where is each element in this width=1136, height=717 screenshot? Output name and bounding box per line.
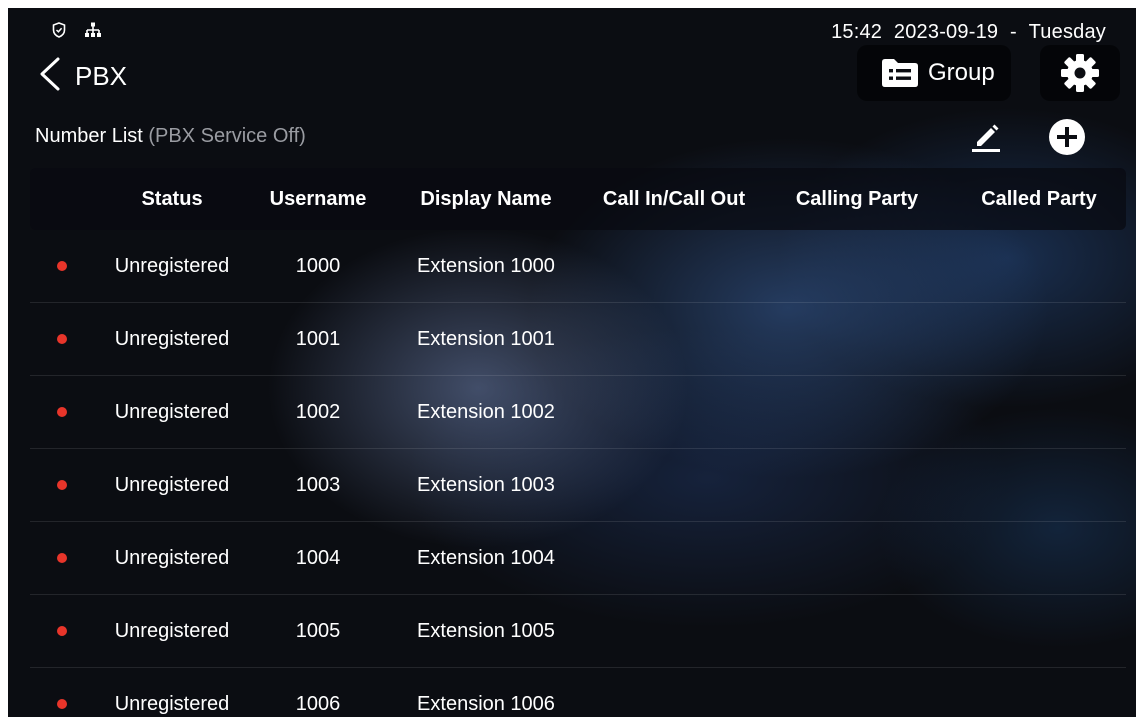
status-dot-cell bbox=[30, 303, 94, 375]
table-row[interactable]: Unregistered 1001 Extension 1001 bbox=[30, 303, 1126, 376]
cell-called-party bbox=[952, 303, 1126, 375]
header-calling-party: Calling Party bbox=[795, 187, 919, 210]
cell-call-direction bbox=[586, 668, 762, 717]
header-call-direction: Call In/Call Out bbox=[602, 187, 746, 210]
pencil-icon bbox=[972, 124, 1000, 152]
cell-username: 1002 bbox=[295, 400, 341, 423]
cell-status: Unregistered bbox=[114, 327, 230, 350]
status-dot-cell bbox=[30, 376, 94, 448]
table-row[interactable]: Unregistered 1005 Extension 1005 bbox=[30, 595, 1126, 668]
cell-username: 1000 bbox=[295, 254, 341, 277]
cell-display-name: Extension 1000 bbox=[417, 254, 555, 277]
status-dot-icon bbox=[57, 261, 67, 271]
header-spacer bbox=[30, 168, 94, 230]
table-row[interactable]: Unregistered 1003 Extension 1003 bbox=[30, 449, 1126, 522]
status-clock: 15:42 2023-09-19 - Tuesday bbox=[831, 21, 1106, 44]
status-dot-icon bbox=[57, 553, 67, 563]
number-list-table: Status Username Display Name Call In/Cal… bbox=[30, 168, 1126, 717]
pbx-screen: 15:42 2023-09-19 - Tuesday PBX Group Num… bbox=[8, 8, 1136, 717]
cell-display-name: Extension 1006 bbox=[417, 692, 555, 715]
status-dot-cell bbox=[30, 449, 94, 521]
page-title: PBX bbox=[75, 61, 128, 91]
status-weekday: Tuesday bbox=[1028, 21, 1106, 43]
cell-call-direction bbox=[586, 522, 762, 594]
cell-status: Unregistered bbox=[114, 473, 230, 496]
cell-status: Unregistered bbox=[114, 546, 230, 569]
cell-display-name: Extension 1001 bbox=[417, 327, 555, 350]
plus-circle-icon bbox=[1049, 119, 1085, 155]
service-status: (PBX Service Off) bbox=[148, 125, 306, 147]
header-display-name: Display Name bbox=[420, 187, 552, 210]
cell-called-party bbox=[952, 668, 1126, 717]
cell-status: Unregistered bbox=[114, 400, 230, 423]
number-list-title: Number List (PBX Service Off) bbox=[35, 125, 306, 148]
cell-calling-party bbox=[762, 230, 952, 302]
status-dot-icon bbox=[57, 480, 67, 490]
table-header: Status Username Display Name Call In/Cal… bbox=[30, 168, 1126, 230]
cell-username: 1005 bbox=[295, 619, 341, 642]
cell-call-direction bbox=[586, 449, 762, 521]
cell-calling-party bbox=[762, 668, 952, 717]
cell-called-party bbox=[952, 449, 1126, 521]
status-dot-cell bbox=[30, 230, 94, 302]
cell-username: 1006 bbox=[295, 692, 341, 715]
cell-calling-party bbox=[762, 303, 952, 375]
status-dot-icon bbox=[57, 407, 67, 417]
cell-display-name: Extension 1003 bbox=[417, 473, 555, 496]
edit-button[interactable] bbox=[971, 121, 1001, 153]
gear-icon bbox=[1061, 54, 1099, 92]
cell-called-party bbox=[952, 376, 1126, 448]
shield-icon bbox=[52, 22, 66, 38]
status-time: 15:42 bbox=[831, 21, 883, 43]
cell-call-direction bbox=[586, 230, 762, 302]
cell-calling-party bbox=[762, 522, 952, 594]
status-dot-icon bbox=[57, 699, 67, 709]
back-button[interactable] bbox=[36, 56, 64, 92]
cell-calling-party bbox=[762, 595, 952, 667]
add-button[interactable] bbox=[1048, 118, 1086, 156]
settings-button[interactable] bbox=[1040, 45, 1120, 101]
status-dot-icon bbox=[57, 626, 67, 636]
table-row[interactable]: Unregistered 1002 Extension 1002 bbox=[30, 376, 1126, 449]
table-row[interactable]: Unregistered 1000 Extension 1000 bbox=[30, 230, 1126, 303]
cell-calling-party bbox=[762, 376, 952, 448]
status-date: 2023-09-19 bbox=[893, 21, 999, 43]
cell-status: Unregistered bbox=[114, 619, 230, 642]
cell-status: Unregistered bbox=[114, 254, 230, 277]
status-dot-cell bbox=[30, 668, 94, 717]
cell-status: Unregistered bbox=[114, 692, 230, 715]
status-dot-cell bbox=[30, 595, 94, 667]
cell-display-name: Extension 1005 bbox=[417, 619, 555, 642]
cell-display-name: Extension 1004 bbox=[417, 546, 555, 569]
cell-display-name: Extension 1002 bbox=[417, 400, 555, 423]
cell-calling-party bbox=[762, 449, 952, 521]
network-icon bbox=[84, 22, 102, 38]
header-called-party: Called Party bbox=[981, 187, 1097, 210]
section-title: Number List bbox=[35, 125, 143, 147]
table-row[interactable]: Unregistered 1004 Extension 1004 bbox=[30, 522, 1126, 595]
header-username: Username bbox=[269, 187, 367, 210]
folder-list-icon bbox=[881, 58, 919, 88]
status-dot-cell bbox=[30, 522, 94, 594]
cell-called-party bbox=[952, 595, 1126, 667]
group-button-label: Group bbox=[928, 59, 995, 86]
cell-call-direction bbox=[586, 376, 762, 448]
cell-call-direction bbox=[586, 595, 762, 667]
status-dot-icon bbox=[57, 334, 67, 344]
cell-username: 1003 bbox=[295, 473, 341, 496]
header-status: Status bbox=[141, 187, 203, 210]
table-row[interactable]: Unregistered 1006 Extension 1006 bbox=[30, 668, 1126, 717]
group-button[interactable]: Group bbox=[857, 45, 1011, 101]
cell-call-direction bbox=[586, 303, 762, 375]
chevron-left-icon bbox=[40, 57, 60, 91]
cell-called-party bbox=[952, 230, 1126, 302]
cell-username: 1001 bbox=[295, 327, 341, 350]
cell-called-party bbox=[952, 522, 1126, 594]
status-separator: - bbox=[1009, 21, 1017, 43]
cell-username: 1004 bbox=[295, 546, 341, 569]
